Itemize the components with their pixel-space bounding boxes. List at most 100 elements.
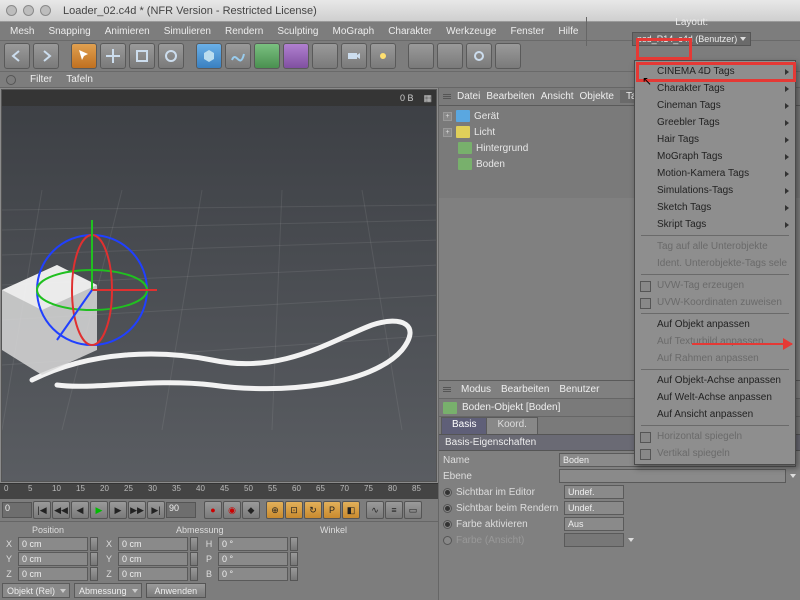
key-param-toggle[interactable]: P xyxy=(323,501,341,519)
tab-coord[interactable]: Koord. xyxy=(486,417,537,434)
key-selection-button[interactable]: ◆ xyxy=(242,501,260,519)
goto-start-button[interactable]: |◀ xyxy=(33,501,51,519)
select-tool[interactable] xyxy=(71,43,97,69)
cube-primitive[interactable] xyxy=(196,43,222,69)
radio-icon[interactable] xyxy=(443,520,452,529)
expand-icon[interactable]: + xyxy=(443,112,452,121)
menu-tools[interactable]: Werkzeuge xyxy=(440,25,502,38)
environment-tool[interactable] xyxy=(312,43,338,69)
menu-animate[interactable]: Animieren xyxy=(99,25,156,38)
scale-tool[interactable] xyxy=(129,43,155,69)
menu-item[interactable]: Auf Objekt anpassen xyxy=(635,316,795,333)
attr-menu-mode[interactable]: Modus xyxy=(461,384,491,395)
pos-field[interactable]: 0 cm xyxy=(18,567,88,581)
chevron-down-icon[interactable] xyxy=(790,474,796,478)
layout-selector[interactable]: psd_R14_c4d (Benutzer) xyxy=(632,32,751,46)
coord-size-select[interactable]: Abmessung xyxy=(74,583,142,598)
expand-icon[interactable]: + xyxy=(443,128,452,137)
key-pla-toggle[interactable]: ◧ xyxy=(342,501,360,519)
apply-button[interactable]: Anwenden xyxy=(146,583,207,598)
menu-mograph[interactable]: MoGraph xyxy=(327,25,381,38)
menu-item[interactable]: Auf Objekt-Achse anpassen xyxy=(635,372,795,389)
redo-button[interactable] xyxy=(33,43,59,69)
menu-item[interactable]: Charakter Tags xyxy=(635,80,795,97)
menu-sculpting[interactable]: Sculpting xyxy=(271,25,324,38)
radio-icon[interactable] xyxy=(443,488,452,497)
menu-item[interactable]: Motion-Kamera Tags xyxy=(635,165,795,182)
menu-window[interactable]: Fenster xyxy=(505,25,551,38)
rotate-tool[interactable] xyxy=(158,43,184,69)
goto-end-button[interactable]: ▶| xyxy=(147,501,165,519)
timeline-ruler[interactable]: 0510152025303540455055606570758085 xyxy=(0,483,438,499)
render-region-button[interactable] xyxy=(437,43,463,69)
frame-end-field[interactable]: 90 xyxy=(166,502,196,518)
light-tool[interactable] xyxy=(370,43,396,69)
generator-tool[interactable] xyxy=(254,43,280,69)
spinner-icon[interactable] xyxy=(290,567,298,581)
next-frame-button[interactable]: ▶ xyxy=(109,501,127,519)
menu-item[interactable]: Auf Welt-Achse anpassen xyxy=(635,389,795,406)
menu-item[interactable]: Skript Tags xyxy=(635,216,795,233)
camera-tool[interactable] xyxy=(341,43,367,69)
angle-field[interactable]: 0 ° xyxy=(218,567,288,581)
viewport-perspective[interactable]: 0 B ▦ xyxy=(1,89,437,482)
prop-coloron-field[interactable]: Aus xyxy=(564,517,624,531)
prev-key-button[interactable]: ◀◀ xyxy=(52,501,70,519)
angle-field[interactable]: 0 ° xyxy=(218,537,288,551)
om-menu-view[interactable]: Ansicht xyxy=(541,91,574,102)
om-menu-objects[interactable]: Objekte xyxy=(580,91,614,102)
undo-button[interactable] xyxy=(4,43,30,69)
frame-start-field[interactable]: 0 xyxy=(2,502,32,518)
grip-icon[interactable] xyxy=(443,94,451,99)
close-icon[interactable] xyxy=(6,5,17,16)
attr-menu-user[interactable]: Benutzer xyxy=(559,384,599,395)
record-button[interactable]: ● xyxy=(204,501,222,519)
menu-character[interactable]: Charakter xyxy=(382,25,438,38)
picture-viewer-button[interactable] xyxy=(495,43,521,69)
om-menu-edit[interactable]: Bearbeiten xyxy=(486,91,534,102)
radio-icon[interactable] xyxy=(443,504,452,513)
prop-layer-field[interactable] xyxy=(559,469,786,483)
next-key-button[interactable]: ▶▶ xyxy=(128,501,146,519)
spinner-icon[interactable] xyxy=(90,552,98,566)
key-scale-toggle[interactable]: ⊡ xyxy=(285,501,303,519)
menu-item[interactable]: Hair Tags xyxy=(635,131,795,148)
menu-item[interactable]: Greebler Tags xyxy=(635,114,795,131)
spline-tool[interactable] xyxy=(225,43,251,69)
timeline-button[interactable]: ▭ xyxy=(404,501,422,519)
om-menu-file[interactable]: Datei xyxy=(457,91,480,102)
menu-item[interactable]: Auf Ansicht anpassen xyxy=(635,406,795,423)
size-field[interactable]: 0 cm xyxy=(118,537,188,551)
menu-snapping[interactable]: Snapping xyxy=(42,25,96,38)
fcurve-button[interactable]: ∿ xyxy=(366,501,384,519)
spinner-icon[interactable] xyxy=(90,537,98,551)
spinner-icon[interactable] xyxy=(190,552,198,566)
prev-frame-button[interactable]: ◀ xyxy=(71,501,89,519)
spinner-icon[interactable] xyxy=(190,567,198,581)
play-button[interactable]: ▶ xyxy=(90,501,108,519)
attr-menu-edit[interactable]: Bearbeiten xyxy=(501,384,549,395)
autokey-button[interactable]: ◉ xyxy=(223,501,241,519)
filter-label[interactable]: Filter xyxy=(30,74,52,85)
angle-field[interactable]: 0 ° xyxy=(218,552,288,566)
spinner-icon[interactable] xyxy=(190,537,198,551)
size-field[interactable]: 0 cm xyxy=(118,567,188,581)
filter-icon[interactable] xyxy=(6,75,16,85)
menu-item[interactable]: Simulations-Tags xyxy=(635,182,795,199)
move-tool[interactable] xyxy=(100,43,126,69)
menu-item[interactable]: Sketch Tags xyxy=(635,199,795,216)
coord-mode-select[interactable]: Objekt (Rel) xyxy=(2,583,70,598)
pos-field[interactable]: 0 cm xyxy=(18,552,88,566)
key-rot-toggle[interactable]: ↻ xyxy=(304,501,322,519)
spinner-icon[interactable] xyxy=(90,567,98,581)
tab-basis[interactable]: Basis xyxy=(441,417,487,434)
prop-viseditor-field[interactable]: Undef. xyxy=(564,485,624,499)
menu-item[interactable]: MoGraph Tags xyxy=(635,148,795,165)
render-settings-button[interactable] xyxy=(466,43,492,69)
menu-simulate[interactable]: Simulieren xyxy=(158,25,217,38)
zoom-icon[interactable] xyxy=(40,5,51,16)
render-view-button[interactable] xyxy=(408,43,434,69)
key-pos-toggle[interactable]: ⊕ xyxy=(266,501,284,519)
pos-field[interactable]: 0 cm xyxy=(18,537,88,551)
dopesheet-button[interactable]: ≡ xyxy=(385,501,403,519)
